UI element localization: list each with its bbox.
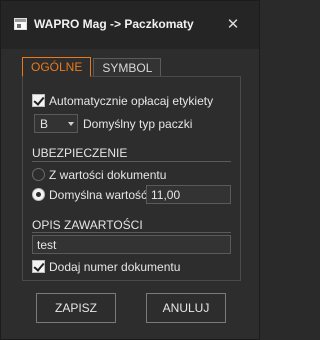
- contents-input[interactable]: test: [32, 235, 231, 254]
- package-type-label: Domyślny typ paczki: [83, 117, 193, 131]
- package-type-select[interactable]: B: [34, 114, 78, 133]
- contents-divider: [32, 232, 231, 233]
- tab-symbol[interactable]: SYMBOL: [93, 58, 162, 77]
- from-document-radio[interactable]: [32, 168, 45, 181]
- package-type-value: B: [40, 117, 49, 131]
- close-icon[interactable]: ✕: [226, 17, 240, 32]
- default-value-input[interactable]: 11,00: [146, 185, 231, 204]
- save-button[interactable]: ZAPISZ: [36, 293, 116, 323]
- cancel-button-label: ANULUJ: [162, 301, 210, 315]
- default-value-label: Domyślna wartość:: [49, 188, 151, 202]
- insurance-divider: [32, 161, 231, 162]
- contents-section-title: OPIS ZAWARTOŚCI: [32, 218, 143, 232]
- tab-bar: OGÓLNE SYMBOL: [22, 57, 162, 77]
- chevron-down-icon: [68, 122, 74, 126]
- save-button-label: ZAPISZ: [54, 301, 97, 315]
- add-doc-number-label: Dodaj numer dokumentu: [49, 260, 181, 274]
- title-bar[interactable]: WAPRO Mag -> Paczkomaty ✕: [1, 1, 259, 49]
- auto-pay-checkbox[interactable]: [32, 94, 45, 107]
- window-app-icon: [14, 18, 27, 30]
- dialog-window: WAPRO Mag -> Paczkomaty ✕ OGÓLNE SYMBOL …: [0, 0, 260, 340]
- default-value-radio[interactable]: [32, 188, 45, 201]
- auto-pay-label: Automatycznie opłacaj etykiety: [49, 94, 214, 108]
- tab-ogolne[interactable]: OGÓLNE: [22, 57, 92, 77]
- from-document-label: Z wartości dokumentu: [49, 168, 167, 182]
- add-doc-number-checkbox[interactable]: [32, 260, 45, 273]
- insurance-section-title: UBEZPIECZENIE: [32, 146, 128, 160]
- cancel-button[interactable]: ANULUJ: [146, 293, 226, 323]
- window-title: WAPRO Mag -> Paczkomaty: [34, 17, 194, 31]
